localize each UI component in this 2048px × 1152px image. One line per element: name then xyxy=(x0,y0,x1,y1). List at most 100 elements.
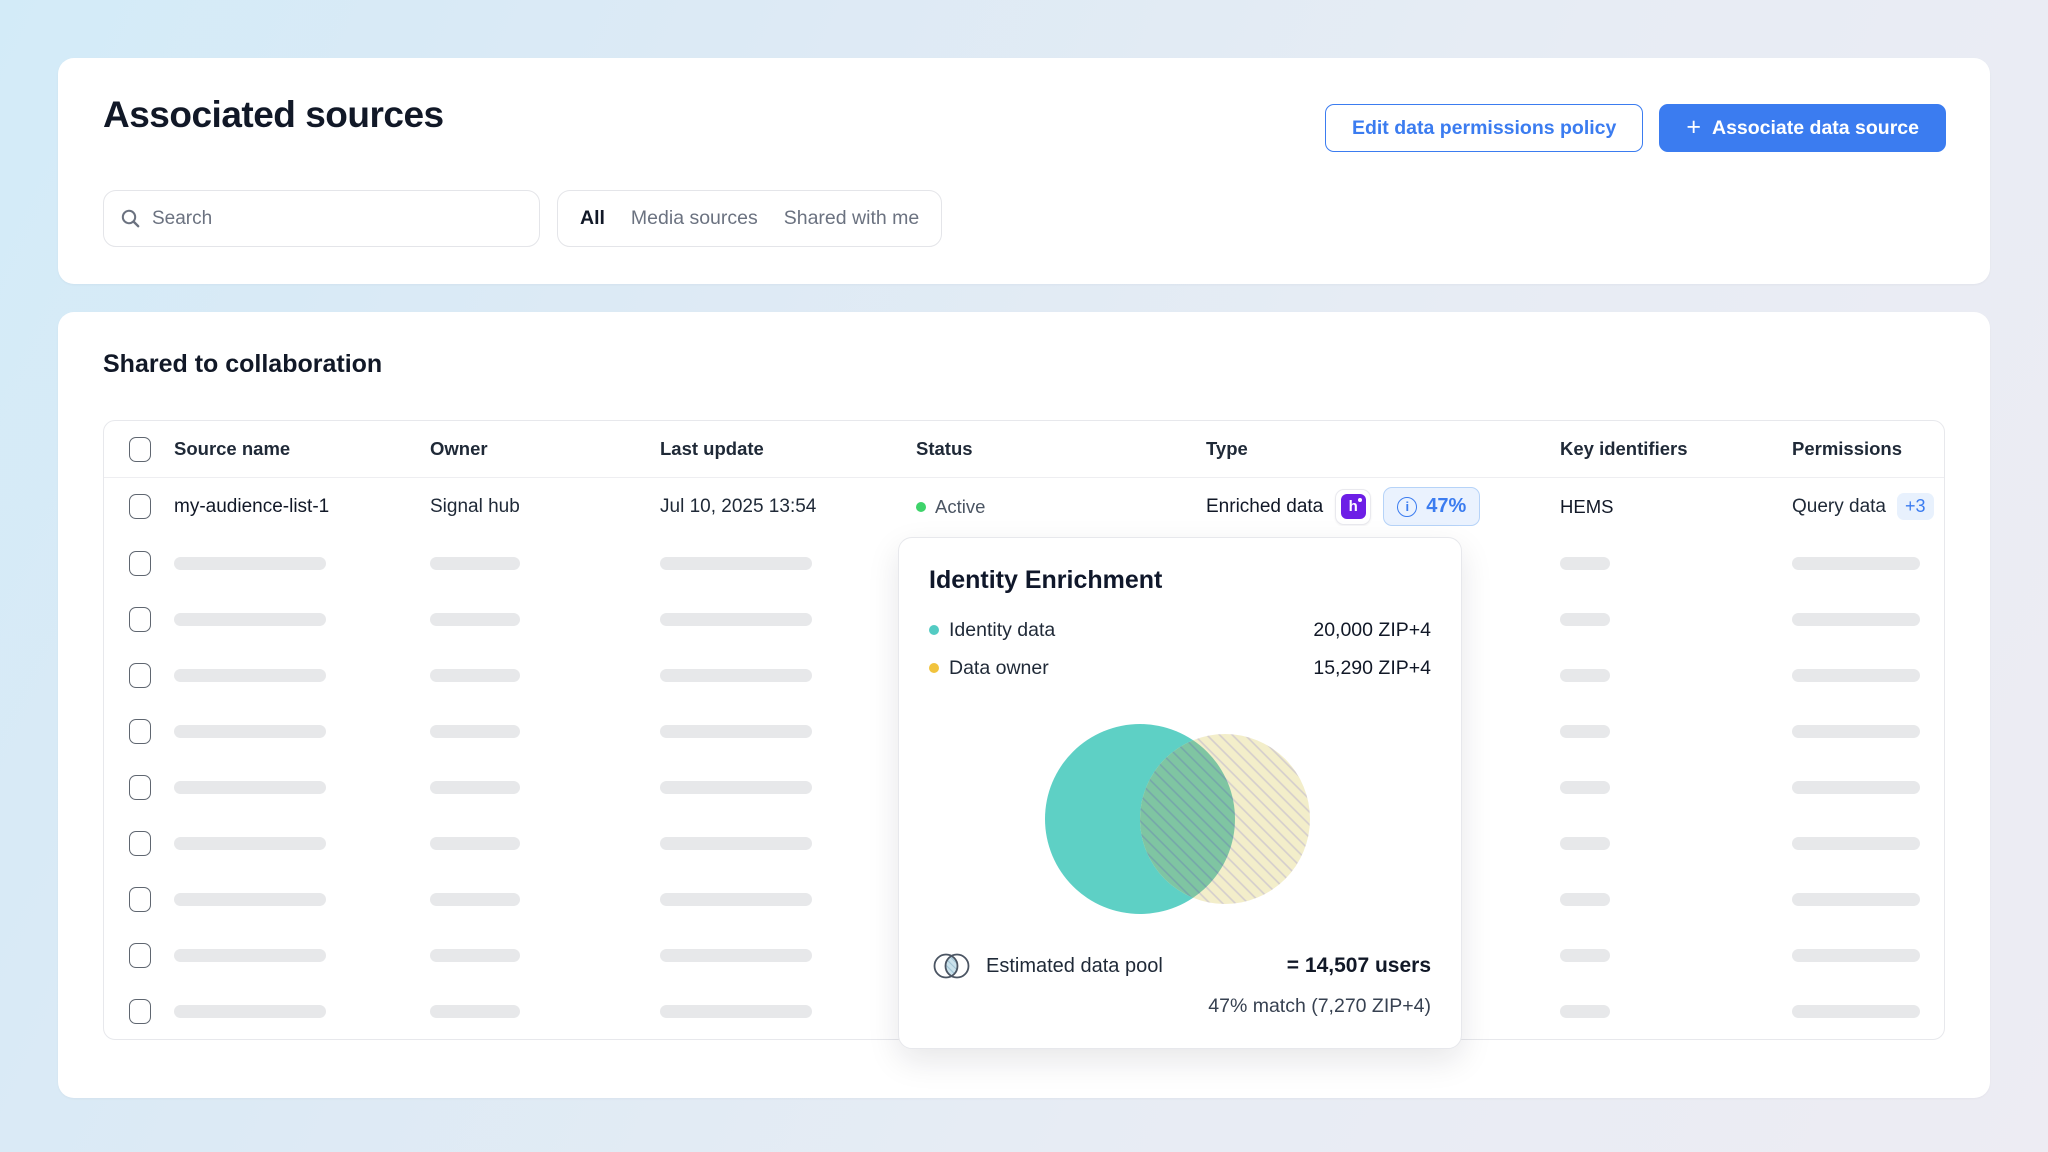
associate-button-label: Associate data source xyxy=(1711,116,1919,139)
row-checkbox[interactable] xyxy=(129,830,151,856)
skeleton-bar xyxy=(1560,892,1610,906)
skeleton-bar xyxy=(660,668,812,682)
skeleton-bar xyxy=(174,948,326,962)
filter-tab-all[interactable]: All xyxy=(580,207,605,230)
legend-identity-data: Identity data 20,000 ZIP+4 xyxy=(929,611,1431,649)
skeleton-bar xyxy=(174,836,326,850)
associate-data-source-button[interactable]: + Associate data source xyxy=(1659,104,1946,152)
row-checkbox[interactable] xyxy=(129,998,151,1024)
type-label: Enriched data xyxy=(1206,495,1324,517)
row-checkbox[interactable] xyxy=(129,886,151,912)
column-header-type[interactable]: Type xyxy=(1206,438,1560,460)
skeleton-bar xyxy=(430,668,520,682)
identity-enrichment-popover: Identity Enrichment Identity data 20,000… xyxy=(898,537,1462,1049)
search-input[interactable] xyxy=(152,207,523,230)
estimated-pool-value: = 14,507 users xyxy=(1286,954,1431,977)
skeleton-bar xyxy=(1560,612,1610,626)
search-box[interactable] xyxy=(103,190,540,247)
column-header-source-name[interactable]: Source name xyxy=(174,438,430,460)
skeleton-bar xyxy=(660,612,812,626)
header-actions: Edit data permissions policy + Associate… xyxy=(1324,104,1946,152)
column-header-status[interactable]: Status xyxy=(916,438,1206,460)
skeleton-bar xyxy=(660,892,812,906)
column-header-key-identifiers[interactable]: Key identifiers xyxy=(1560,438,1792,460)
select-all-checkbox[interactable] xyxy=(129,436,151,462)
skeleton-bar xyxy=(174,668,326,682)
skeleton-bar xyxy=(1560,1004,1610,1018)
skeleton-bar xyxy=(1792,948,1920,962)
match-rate-badge[interactable]: i 47% xyxy=(1383,487,1481,526)
skeleton-bar xyxy=(1792,612,1920,626)
legend-label: Data owner xyxy=(949,656,1049,679)
owner-cell: Signal hub xyxy=(430,495,520,517)
skeleton-bar xyxy=(660,780,812,794)
skeleton-bar xyxy=(1560,836,1610,850)
row-checkbox[interactable] xyxy=(129,606,151,632)
table-row[interactable]: my-audience-list-1 Signal hub Jul 10, 20… xyxy=(104,478,1944,535)
info-icon: i xyxy=(1397,496,1418,517)
skeleton-bar xyxy=(660,724,812,738)
legend-data-owner: Data owner 15,290 ZIP+4 xyxy=(929,649,1431,687)
source-name-cell: my-audience-list-1 xyxy=(174,495,330,517)
skeleton-bar xyxy=(174,556,326,570)
legend-label: Identity data xyxy=(949,618,1056,641)
row-checkbox[interactable] xyxy=(129,942,151,968)
skeleton-bar xyxy=(1792,836,1920,850)
skeleton-bar xyxy=(430,612,520,626)
skeleton-bar xyxy=(1792,668,1920,682)
column-header-last-update[interactable]: Last update xyxy=(660,438,916,460)
skeleton-bar xyxy=(174,724,326,738)
column-header-owner[interactable]: Owner xyxy=(430,438,660,460)
estimated-pool-label: Estimated data pool xyxy=(986,954,1163,977)
search-icon xyxy=(121,209,140,228)
skeleton-bar xyxy=(174,780,326,794)
venn-icon xyxy=(933,953,970,979)
row-checkbox[interactable] xyxy=(129,662,151,688)
data-owner-dot-icon xyxy=(929,663,939,673)
skeleton-bar xyxy=(660,948,812,962)
edit-permissions-button[interactable]: Edit data permissions policy xyxy=(1324,104,1644,152)
venn-diagram xyxy=(1045,724,1310,914)
skeleton-bar xyxy=(1560,948,1610,962)
permissions-label: Query data xyxy=(1792,495,1886,517)
skeleton-bar xyxy=(174,612,326,626)
filter-tabs: All Media sources Shared with me xyxy=(557,190,943,247)
skeleton-bar xyxy=(1792,780,1920,794)
status-label: Active xyxy=(935,495,986,517)
estimated-data-pool-row: Estimated data pool = 14,507 users xyxy=(929,949,1431,983)
filter-tab-media-sources[interactable]: Media sources xyxy=(631,207,758,230)
row-checkbox[interactable] xyxy=(129,550,151,576)
row-checkbox[interactable] xyxy=(129,718,151,744)
row-checkbox[interactable] xyxy=(129,774,151,800)
active-status-dot-icon xyxy=(916,501,926,512)
match-note: 47% match (7,270 ZIP+4) xyxy=(1208,995,1431,1017)
skeleton-bar xyxy=(1792,892,1920,906)
skeleton-bar xyxy=(1792,556,1920,570)
legend-value: 15,290 ZIP+4 xyxy=(1313,656,1431,679)
skeleton-bar xyxy=(174,1004,326,1018)
status-badge: Active xyxy=(916,496,1192,518)
permissions-more-badge[interactable]: +3 xyxy=(1897,493,1934,520)
skeleton-bar xyxy=(1792,1004,1920,1018)
filter-tab-shared-with-me[interactable]: Shared with me xyxy=(784,207,919,230)
identity-data-dot-icon xyxy=(929,625,939,635)
skeleton-bar xyxy=(430,948,520,962)
skeleton-bar xyxy=(430,836,520,850)
column-header-permissions[interactable]: Permissions xyxy=(1792,438,1944,460)
skeleton-bar xyxy=(1560,724,1610,738)
skeleton-bar xyxy=(1792,724,1920,738)
skeleton-bar xyxy=(430,724,520,738)
skeleton-bar xyxy=(430,892,520,906)
key-identifiers-cell: HEMS xyxy=(1560,495,1614,517)
row-checkbox[interactable] xyxy=(129,494,151,519)
skeleton-bar xyxy=(430,1004,520,1018)
skeleton-bar xyxy=(660,1004,812,1018)
skeleton-bar xyxy=(430,556,520,570)
skeleton-bar xyxy=(174,892,326,906)
skeleton-bar xyxy=(1560,556,1610,570)
skeleton-bar xyxy=(1560,780,1610,794)
table-header-row: Source name Owner Last update Status Typ… xyxy=(104,421,1944,478)
header-card: Associated sources Edit data permissions… xyxy=(58,58,1990,284)
skeleton-bar xyxy=(660,836,812,850)
skeleton-bar xyxy=(430,780,520,794)
